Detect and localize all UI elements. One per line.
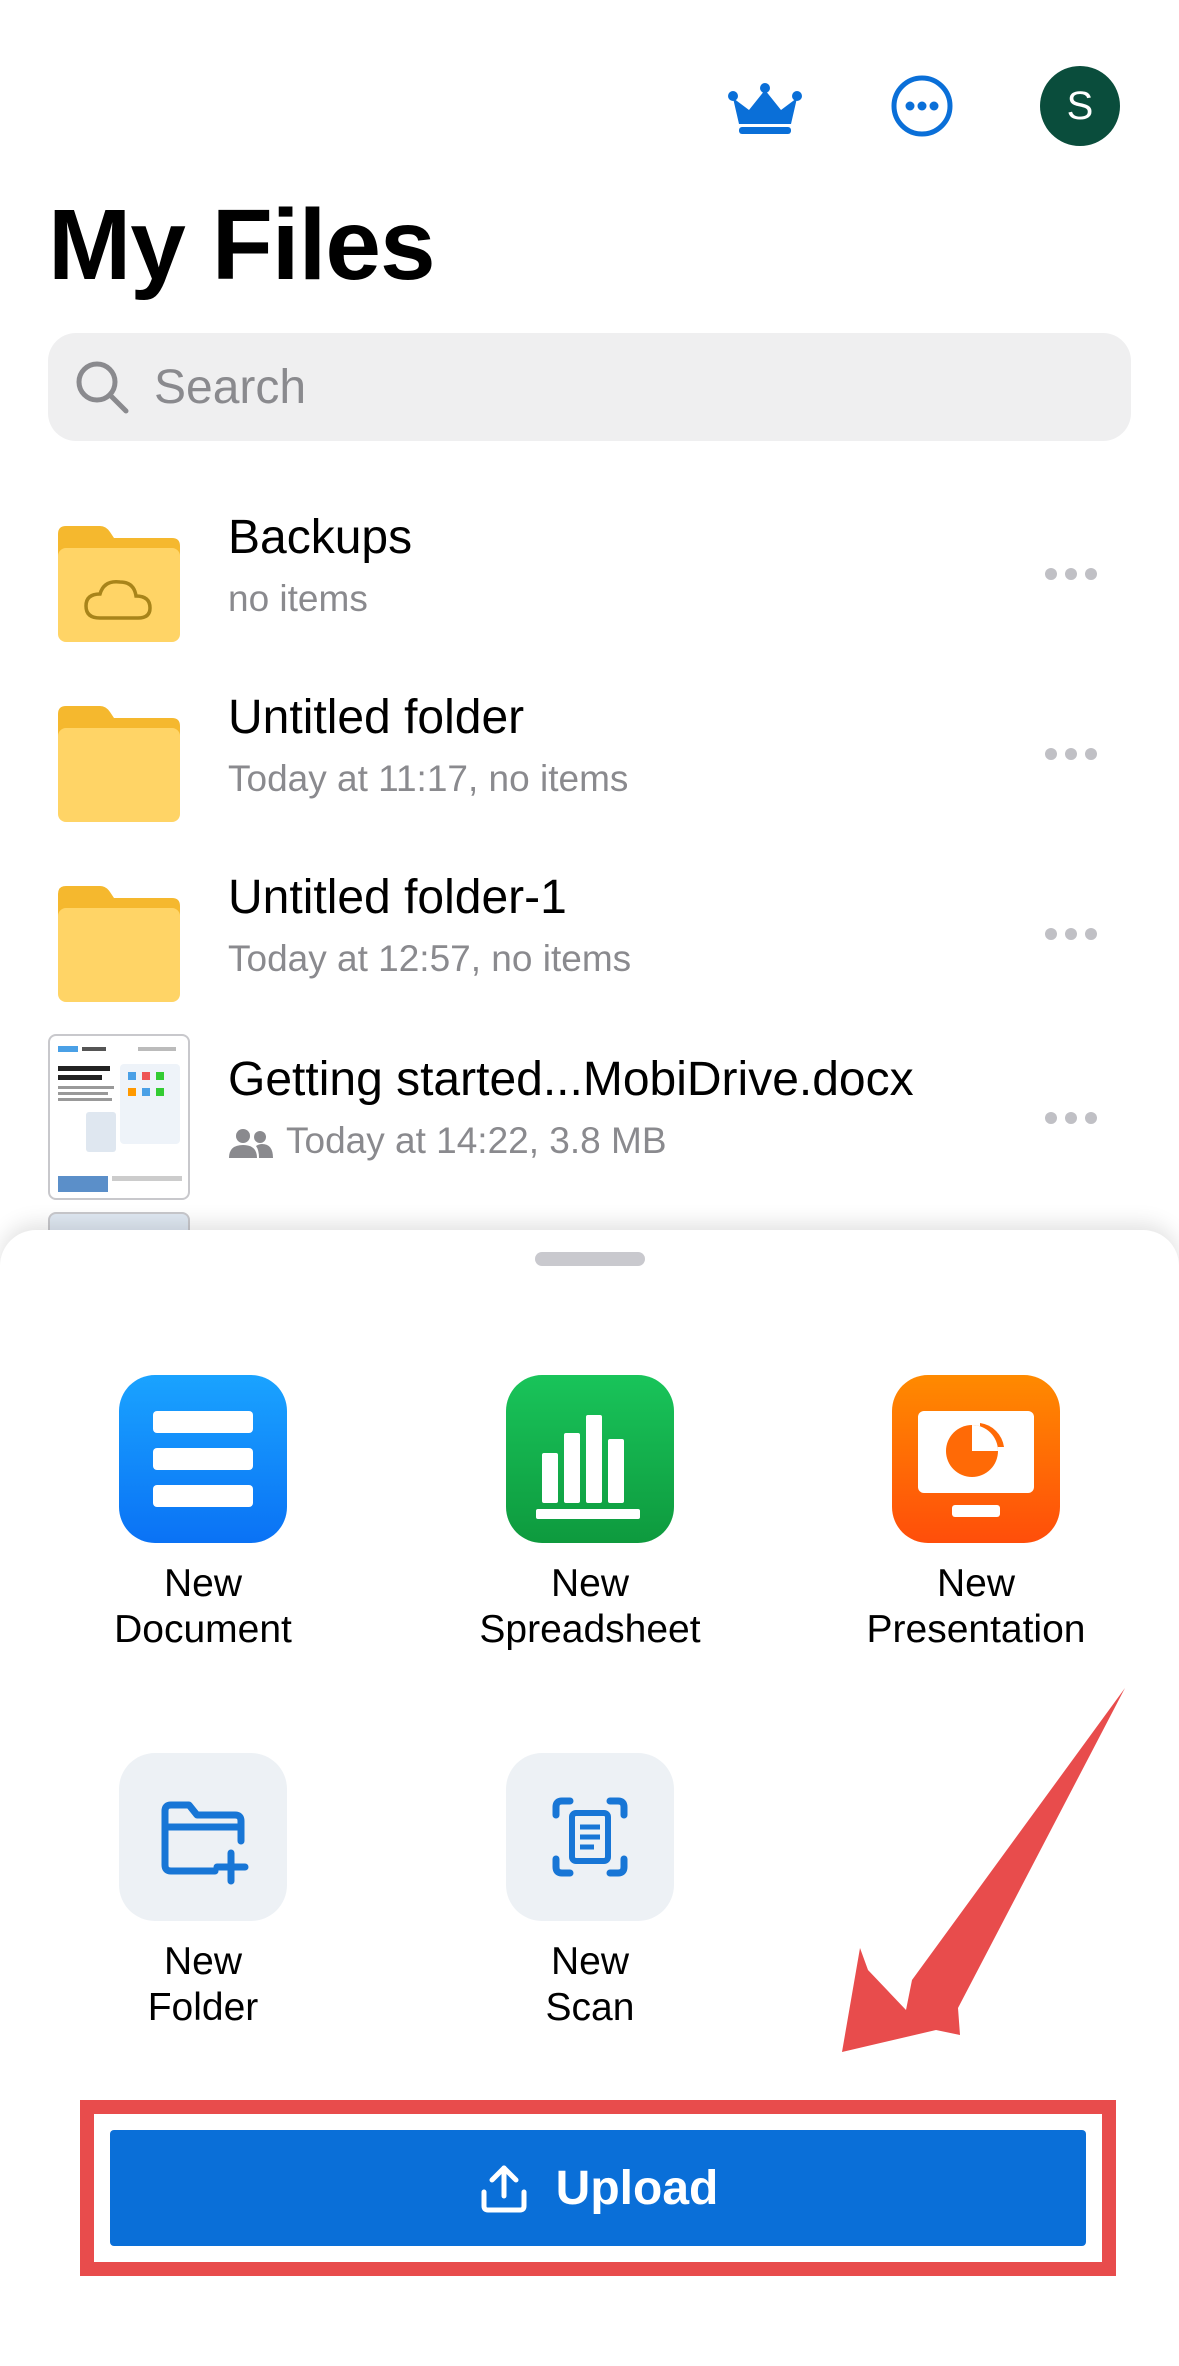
new-scan-button[interactable]: New Scan: [440, 1753, 740, 2031]
sheet-grabber[interactable]: [535, 1252, 645, 1266]
search-input[interactable]: [152, 358, 1056, 416]
new-spreadsheet-button[interactable]: New Spreadsheet: [440, 1375, 740, 1653]
upload-icon: [481, 2165, 527, 2213]
action-label: New Document: [114, 1562, 292, 1651]
action-label: New Scan: [545, 1940, 635, 2029]
action-label: New Spreadsheet: [479, 1562, 701, 1651]
file-name: Getting started...MobiDrive.docx: [228, 1053, 914, 1106]
presentation-icon: [892, 1375, 1060, 1543]
page-title: My Files: [48, 189, 436, 301]
new-document-button[interactable]: New Document: [53, 1375, 353, 1653]
file-name: Untitled folder: [228, 691, 525, 744]
row-more-icon[interactable]: [1045, 562, 1105, 586]
file-name: Untitled folder-1: [228, 871, 567, 924]
file-meta: Today at 12:57, no items: [228, 938, 632, 979]
top-toolbar: S: [0, 62, 1179, 150]
file-meta-text: Today at 14:22, 3.8 MB: [286, 1120, 667, 1161]
folder-icon: [58, 886, 180, 1002]
file-meta: no items: [228, 578, 368, 619]
folder-icon: [58, 706, 180, 822]
action-label: New Presentation: [866, 1562, 1086, 1651]
action-label: New Folder: [147, 1940, 259, 2029]
annotation-arrow: [842, 1688, 1125, 2052]
spreadsheet-icon: [506, 1375, 674, 1543]
cloud-folder-icon: [58, 526, 180, 642]
file-meta: Today at 14:22, 3.8 MB: [228, 1120, 667, 1162]
upload-label: Upload: [555, 2161, 719, 2215]
avatar[interactable]: S: [1040, 66, 1120, 146]
document-thumbnail: [48, 1034, 190, 1200]
scan-icon: [506, 1753, 674, 1921]
list-item[interactable]: Getting started...MobiDrive.docx Today a…: [0, 1034, 1179, 1204]
new-folder-icon: [119, 1753, 287, 1921]
file-name: Backups: [228, 511, 413, 564]
upload-button[interactable]: Upload: [110, 2130, 1086, 2246]
shared-users-icon: [229, 1129, 273, 1159]
new-presentation-button[interactable]: New Presentation: [826, 1375, 1126, 1653]
more-circle-icon[interactable]: [890, 74, 954, 138]
new-folder-button[interactable]: New Folder: [53, 1753, 353, 2031]
row-more-icon[interactable]: [1045, 922, 1105, 946]
search-bar[interactable]: [48, 333, 1131, 441]
search-icon: [76, 361, 129, 414]
file-meta: Today at 11:17, no items: [228, 758, 629, 799]
list-item[interactable]: Untitled folder-1 Today at 12:57, no ite…: [0, 860, 1179, 1030]
row-more-icon[interactable]: [1045, 1106, 1105, 1130]
list-item[interactable]: Backups no items: [0, 500, 1179, 670]
list-item[interactable]: Untitled folder Today at 11:17, no items: [0, 680, 1179, 850]
row-more-icon[interactable]: [1045, 742, 1105, 766]
crown-icon[interactable]: [725, 80, 805, 136]
document-icon: [119, 1375, 287, 1543]
